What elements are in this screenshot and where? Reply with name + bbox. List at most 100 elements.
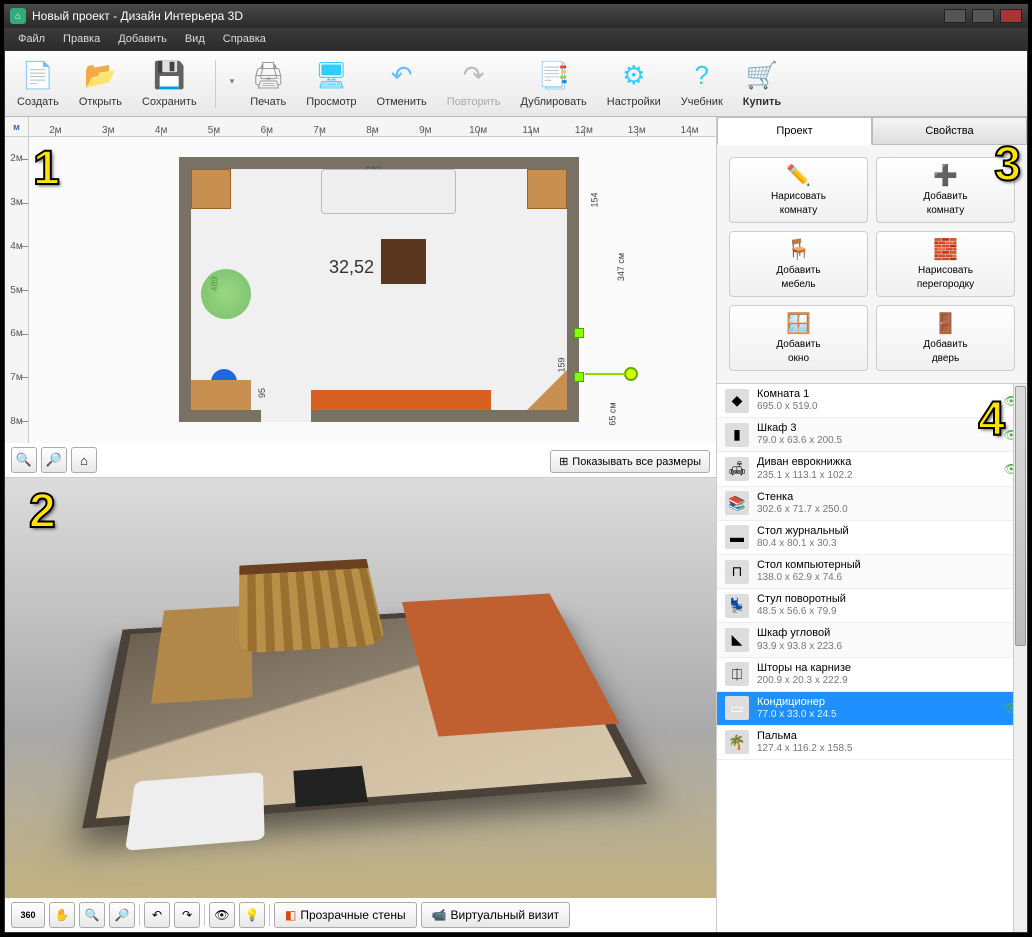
undo-button[interactable]: ↶Отменить — [373, 58, 431, 110]
titlebar: ⌂ Новый проект - Дизайн Интерьера 3D — [4, 4, 1028, 28]
app-icon: ⌂ — [10, 8, 26, 24]
menu-0[interactable]: Файл — [10, 31, 53, 47]
add-room-label2: комнату — [927, 205, 964, 217]
furn-wardrobe[interactable] — [191, 169, 231, 209]
scene-item[interactable]: 📚Стенка302.6 x 71.7 x 250.0 — [717, 487, 1027, 521]
ruler-h-tick: 13м — [610, 125, 663, 136]
ruler-h-tick: 6м — [240, 125, 293, 136]
furn-desk[interactable] — [191, 380, 251, 410]
visibility-button[interactable]: 👁 — [209, 902, 235, 928]
buy-label: Купить — [743, 96, 781, 108]
save-button[interactable]: 💾Сохранить — [138, 58, 201, 110]
scene-item-dims: 138.0 x 62.9 x 74.6 — [757, 572, 1019, 584]
undo-icon: ↶ — [386, 60, 418, 92]
scene-item[interactable]: ▭Кондиционер77.0 x 33.0 x 24.5👁 — [717, 692, 1027, 726]
scene-item[interactable]: ▬Стол журнальный80.4 x 80.1 x 30.3 — [717, 521, 1027, 555]
menubar: ФайлПравкаДобавитьВидСправка — [4, 28, 1028, 50]
zoom-out-3d-button[interactable]: 🔍 — [79, 902, 105, 928]
rotate-360-button[interactable]: 360 — [11, 902, 45, 928]
selection-marker[interactable] — [624, 367, 638, 381]
scrollbar[interactable] — [1013, 384, 1027, 932]
light-button[interactable]: 💡 — [239, 902, 265, 928]
save-icon: 💾 — [153, 60, 185, 92]
rotate-left-button[interactable]: ↶ — [144, 902, 170, 928]
scene-item-name: Стенка — [757, 491, 1019, 504]
dimensions-icon: ⊞ — [559, 455, 568, 468]
duplicate-label: Дублировать — [520, 96, 586, 108]
zoom-in-button[interactable]: 🔎 — [41, 447, 67, 473]
add-door-button[interactable]: 🚪Добавитьдверь — [876, 305, 1015, 371]
scene-object-list[interactable]: 4 ◆Комната 1695.0 x 519.0👁▮Шкаф 379.0 x … — [717, 383, 1027, 932]
ruler-h-tick: 11м — [505, 125, 558, 136]
room-outline[interactable]: 582 489 665 95 159 — [179, 157, 579, 422]
annotation-2: 2 — [29, 484, 56, 539]
furn-palm[interactable] — [201, 269, 251, 319]
close-button[interactable] — [1000, 9, 1022, 23]
scene-item-thumb: ▭ — [725, 696, 749, 720]
create-icon: 📄 — [22, 60, 54, 92]
furn-wall-unit[interactable] — [311, 390, 491, 410]
right-panel-tabs: Проект Свойства — [717, 117, 1027, 145]
menu-3[interactable]: Вид — [177, 31, 213, 47]
view-3d-pane[interactable]: 360 ✋ 🔍 🔎 ↶ ↷ 👁 💡 ◧ Прозрачные стены 📹Вир… — [5, 477, 716, 932]
print-button[interactable]: 🖨Печать — [246, 58, 290, 110]
draw-room-button[interactable]: ✏️ Нарисовать комнату — [729, 157, 868, 223]
pan-button[interactable]: ✋ — [49, 902, 75, 928]
settings-button[interactable]: ⚙Настройки — [603, 58, 665, 110]
menu-1[interactable]: Правка — [55, 31, 108, 47]
add-window-button[interactable]: 🪟Добавитьокно — [729, 305, 868, 371]
furn-table[interactable] — [381, 239, 426, 284]
menu-2[interactable]: Добавить — [110, 31, 175, 47]
add-window-label2: окно — [788, 353, 809, 365]
scene-item[interactable]: 🌴Пальма127.4 x 116.2 x 158.5 — [717, 726, 1027, 760]
scene-item[interactable]: 🛋Диван еврокнижка235.1 x 113.1 x 102.2👁 — [717, 452, 1027, 486]
transparent-label: Прозрачные стены — [300, 908, 405, 922]
ruler-h-tick: 12м — [557, 125, 610, 136]
minimize-button[interactable] — [944, 9, 966, 23]
show-dimensions-button[interactable]: ⊞ Показывать все размеры — [550, 450, 710, 473]
main-toolbar: 📄Создать📂Открыть💾Сохранить ▾ 🖨Печать 🖥Просм… — [5, 51, 1027, 117]
redo-button[interactable]: ↷Повторить — [443, 58, 505, 110]
draw-room-icon: ✏️ — [784, 163, 814, 189]
dim-right-h: 347 см — [616, 253, 626, 281]
open-button[interactable]: 📂Открыть — [75, 58, 126, 110]
duplicate-button[interactable]: 📑Дублировать — [516, 58, 590, 110]
scene-item-thumb: 🛋 — [725, 457, 749, 481]
transparent-icon: ◧ — [285, 908, 296, 922]
selection-handle[interactable] — [574, 328, 584, 338]
menu-4[interactable]: Справка — [215, 31, 274, 47]
furn-corner-shelf[interactable] — [527, 370, 567, 410]
furn-wardrobe2[interactable] — [527, 169, 567, 209]
selection-handle[interactable] — [574, 372, 584, 382]
plan-2d-pane[interactable]: м 2м3м4м5м6м7м8м9м10м11м12м13м14м 2м3м4м… — [5, 117, 716, 477]
tutorial-button[interactable]: ?Учебник — [677, 58, 727, 110]
buy-button[interactable]: 🛒Купить — [739, 58, 785, 110]
ruler-h-tick: 9м — [399, 125, 452, 136]
tab-project[interactable]: Проект — [717, 117, 872, 145]
home-button[interactable]: ⌂ — [71, 447, 97, 473]
virtual-visit-button[interactable]: 📹Виртуальный визит — [421, 902, 571, 928]
toolbar-dropdown-arrow[interactable]: ▾ — [230, 76, 235, 87]
add-furniture-button[interactable]: 🪑Добавитьмебель — [729, 231, 868, 297]
draw-room-label2: комнату — [780, 205, 817, 217]
scene-item[interactable]: ⊓Стол компьютерный138.0 x 62.9 x 74.6 — [717, 555, 1027, 589]
print-label: Печать — [250, 96, 286, 108]
plan-canvas[interactable]: 582 489 665 95 159 — [29, 137, 716, 443]
draw-partition-label1: Нарисовать — [918, 265, 973, 277]
preview-button[interactable]: 🖥Просмотр — [302, 58, 360, 110]
view-3d-controls: 360 ✋ 🔍 🔎 ↶ ↷ 👁 💡 ◧ Прозрачные стены 📹Вир… — [11, 902, 710, 928]
zoom-out-button[interactable]: 🔍 — [11, 447, 37, 473]
transparent-walls-button[interactable]: ◧ Прозрачные стены — [274, 902, 417, 928]
rotate-right-button[interactable]: ↷ — [174, 902, 200, 928]
zoom-in-3d-button[interactable]: 🔎 — [109, 902, 135, 928]
draw-partition-button[interactable]: 🧱Нарисоватьперегородку — [876, 231, 1015, 297]
scene-item[interactable]: 💺Стул поворотный48.5 x 56.6 x 79.9 — [717, 589, 1027, 623]
scene-item[interactable]: ⎅Шторы на карнизе200.9 x 20.3 x 222.9 — [717, 658, 1027, 692]
create-button[interactable]: 📄Создать — [13, 58, 63, 110]
maximize-button[interactable] — [972, 9, 994, 23]
scrollbar-thumb[interactable] — [1015, 386, 1026, 646]
draw-room-label1: Нарисовать — [771, 191, 826, 203]
scene-item[interactable]: ◣Шкаф угловой93.9 x 93.8 x 223.6 — [717, 623, 1027, 657]
view-3d-canvas[interactable] — [5, 478, 716, 898]
furn-sofa[interactable] — [321, 169, 456, 214]
